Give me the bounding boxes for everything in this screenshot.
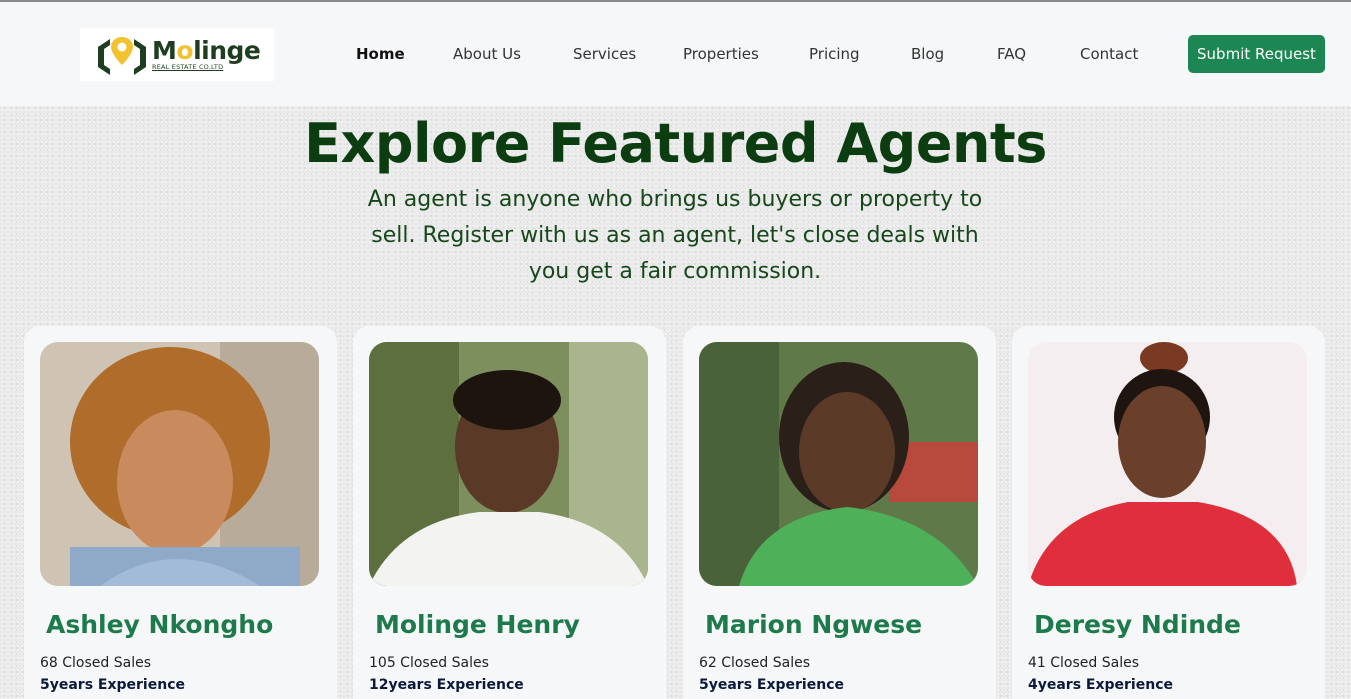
agent-experience: 5years Experience bbox=[699, 677, 844, 693]
agent-card[interactable]: Ashley Nkongho 68 Closed Sales 5years Ex… bbox=[24, 326, 337, 699]
page-title: Explore Featured Agents bbox=[304, 112, 1047, 175]
agent-photo bbox=[1028, 342, 1307, 586]
agent-name: Ashley Nkongho bbox=[46, 610, 274, 639]
submit-request-button[interactable]: Submit Request bbox=[1188, 35, 1325, 73]
agent-photo bbox=[369, 342, 648, 586]
agent-photo bbox=[699, 342, 978, 586]
agent-name: Deresy Ndinde bbox=[1034, 610, 1241, 639]
agent-card[interactable]: Molinge Henry 105 Closed Sales 12years E… bbox=[353, 326, 666, 699]
nav-faq[interactable]: FAQ bbox=[997, 45, 1026, 63]
nav-blog[interactable]: Blog bbox=[911, 45, 944, 63]
page-subtitle: An agent is anyone who brings us buyers … bbox=[367, 187, 983, 284]
agent-photo bbox=[40, 342, 319, 586]
agent-experience: 5years Experience bbox=[40, 677, 185, 693]
nav-home[interactable]: Home bbox=[356, 45, 405, 63]
agent-closed-sales: 41 Closed Sales bbox=[1028, 655, 1140, 671]
agent-closed-sales: 105 Closed Sales bbox=[369, 655, 489, 671]
agent-experience: 4years Experience bbox=[1028, 677, 1173, 693]
agent-closed-sales: 68 Closed Sales bbox=[40, 655, 152, 671]
nav-pricing[interactable]: Pricing bbox=[809, 45, 860, 63]
nav-properties[interactable]: Properties bbox=[683, 45, 759, 63]
nav-about-us[interactable]: About Us bbox=[453, 45, 521, 63]
agent-closed-sales: 62 Closed Sales bbox=[699, 655, 811, 671]
agent-card[interactable]: Marion Ngwese 62 Closed Sales 5years Exp… bbox=[683, 326, 996, 699]
main-nav: Home About Us Services Properties Pricin… bbox=[0, 2, 1351, 106]
agent-experience: 12years Experience bbox=[369, 677, 524, 693]
nav-contact[interactable]: Contact bbox=[1080, 45, 1138, 63]
agent-name: Molinge Henry bbox=[375, 610, 580, 639]
nav-services[interactable]: Services bbox=[573, 45, 636, 63]
agent-card[interactable]: Deresy Ndinde 41 Closed Sales 4years Exp… bbox=[1012, 326, 1325, 699]
navbar: Molinge REAL ESTATE CO.LTD Home About Us… bbox=[0, 2, 1351, 106]
agent-name: Marion Ngwese bbox=[705, 610, 923, 639]
